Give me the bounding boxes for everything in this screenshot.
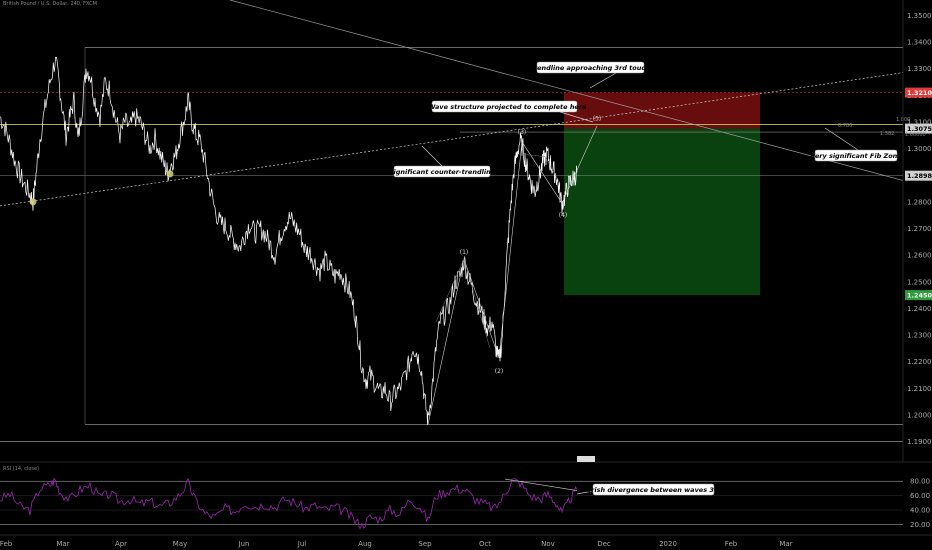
side-label: 1.00000: [905, 132, 926, 138]
price-tick-label: 1.27000: [907, 225, 932, 233]
callout-fib-zone-text: Very significant Fib Zone: [810, 152, 902, 160]
rsi-level-label: 40.00: [910, 507, 930, 515]
chart-canvas[interactable]: British Pound / U.S. Dollar, 240, FXCM (…: [0, 0, 932, 550]
price-tick-label: 1.30000: [907, 145, 932, 153]
price-tick-label: 1.23000: [907, 332, 932, 340]
touch-marker-2: [166, 170, 174, 178]
wave-label-5: (5): [593, 116, 602, 123]
time-tick-label: Apr: [115, 540, 127, 548]
rsi-level-label: 60.00: [910, 492, 930, 500]
time-tick-label: 2020: [659, 540, 677, 548]
risk-reward-zones: [564, 92, 760, 296]
price-tick-label: 1.20000: [907, 412, 932, 420]
price-tick-label: 1.21000: [907, 385, 932, 393]
touch-marker-1: [29, 198, 37, 206]
time-marker: [577, 456, 595, 462]
time-tick-label: Jul: [297, 540, 307, 548]
price-tick-label: 1.24000: [907, 305, 932, 313]
callout-divergence[interactable]: Bearish divergence between waves 3 & 5: [576, 483, 729, 496]
time-tick-label: Dec: [597, 540, 611, 548]
price-tag-text: 1.24500: [907, 292, 932, 300]
price-tick-label: 1.34000: [907, 38, 932, 46]
time-tick-label: Oct: [479, 540, 491, 548]
time-tick-label: Mar: [779, 540, 792, 548]
price-tick-label: 1.28000: [907, 198, 932, 206]
price-tick-label: 1.35000: [907, 12, 932, 20]
time-tick-label: Jun: [238, 540, 250, 548]
fib-label-0: 0.786: [838, 123, 852, 129]
callout-divergence-text: Bearish divergence between waves 3 & 5: [577, 486, 729, 494]
rsi-header: RSI (14, close): [3, 466, 39, 472]
fib-label-1: 1.382: [880, 131, 894, 137]
rsi-level-label: 20.00: [910, 521, 930, 529]
callout-five-wave-text: 5 Wave structure projected to complete h…: [422, 103, 588, 111]
price-tick-label: 1.33000: [907, 65, 932, 73]
wave-label-2: (2): [495, 368, 504, 375]
wave-label-4: (4): [559, 212, 568, 219]
wave-label-3: (3): [518, 129, 527, 136]
time-tick-label: Feb: [0, 540, 13, 548]
time-tick-label: Aug: [358, 540, 372, 548]
price-tick-label: 1.22000: [907, 358, 932, 366]
time-tick-label: Sep: [418, 540, 432, 548]
callout-counter-trendline-text: Significant counter-trendline: [389, 168, 496, 176]
time-tick-label: Mar: [56, 540, 69, 548]
rsi-level-label: 80.00: [910, 478, 930, 486]
time-tick-label: Nov: [541, 540, 555, 548]
price-tag-text: 1.32100: [907, 89, 932, 97]
risk-zone: [564, 92, 760, 129]
time-tick-label: Feb: [725, 540, 738, 548]
callout-trendline-text: Trendline approaching 3rd touch: [530, 64, 650, 72]
chart-title: British Pound / U.S. Dollar, 240, FXCM: [3, 1, 97, 7]
time-tick-label: May: [173, 540, 187, 548]
price-tick-label: 1.26000: [907, 252, 932, 260]
wave-label-1: (1): [460, 249, 469, 256]
reward-zone: [564, 128, 760, 296]
price-tick-label: 1.25000: [907, 278, 932, 286]
price-tag-text: 1.28982: [907, 172, 932, 180]
price-tick-label: 1.19000: [907, 438, 932, 446]
